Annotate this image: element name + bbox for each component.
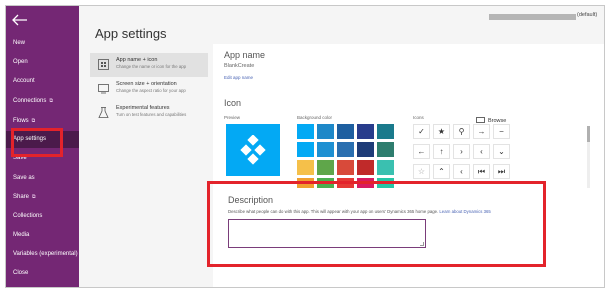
icons-label: Icons	[413, 115, 424, 120]
nav-item-media[interactable]: Media	[6, 227, 79, 244]
arrow-up-icon[interactable]: ↑	[433, 144, 450, 159]
page-title: App settings	[95, 26, 167, 41]
skip-forward-icon[interactable]: ⏭	[493, 164, 510, 179]
subnav-title: Experimental features	[116, 105, 170, 111]
icon-heading: Icon	[224, 98, 242, 108]
folder-icon	[476, 117, 485, 123]
background-color-label: Background color	[297, 115, 333, 120]
flask-icon	[98, 107, 109, 118]
external-link-icon: ⧉	[32, 194, 36, 200]
arrow-right-icon[interactable]: →	[473, 124, 490, 139]
arrow-left-icon	[12, 14, 27, 26]
search-icon[interactable]: ⚲	[453, 124, 470, 139]
color-swatch[interactable]	[337, 142, 354, 157]
chevron-down-icon[interactable]: ⌄	[493, 144, 510, 159]
subnav-experimental[interactable]: Experimental features Turn on test featu…	[90, 101, 208, 125]
nav-item-label: Account	[13, 78, 35, 84]
nav-item-account[interactable]: Account	[6, 73, 79, 90]
nav-item-label: New	[13, 40, 26, 46]
nav-item-share[interactable]: Share ⧉	[6, 189, 79, 206]
external-link-icon: ⧉	[49, 98, 53, 104]
highlight-description	[207, 181, 546, 267]
star-outline-icon[interactable]: ☆	[413, 164, 430, 179]
nav-item-label: Variables (experimental)	[13, 251, 78, 257]
nav-item-open[interactable]: Open	[6, 54, 79, 71]
color-swatch[interactable]	[377, 124, 394, 139]
nav-item-label: Save as	[13, 175, 35, 181]
color-swatch[interactable]	[357, 160, 374, 175]
color-swatch[interactable]	[377, 142, 394, 157]
color-swatch[interactable]	[337, 124, 354, 139]
color-swatch[interactable]	[337, 160, 354, 175]
nav-item-label: Connections	[13, 98, 47, 104]
color-swatch[interactable]	[357, 142, 374, 157]
highlight-app-settings	[11, 128, 63, 157]
user-environment-label: (default)	[577, 12, 598, 18]
app-name-value: BlankCreate	[224, 63, 255, 69]
app-window: New Open Account Connections ⧉ Flows ⧉ App sett…	[5, 5, 605, 288]
app-name-heading: App name	[224, 50, 266, 60]
browse-button[interactable]: Browse	[476, 117, 506, 124]
minus-icon[interactable]: −	[493, 124, 510, 139]
nav-item-new[interactable]: New	[6, 35, 79, 52]
subnav-app-name-icon[interactable]: App name + icon Change the name or icon …	[90, 53, 208, 77]
subnav-subtitle: Change the aspect ratio for your app	[116, 88, 186, 93]
nav-item-label: Collections	[13, 213, 43, 219]
arrow-left-icon[interactable]: ←	[413, 144, 430, 159]
app-logo-icon	[240, 135, 266, 165]
color-swatch[interactable]	[317, 142, 334, 157]
subnav-title: Screen size + orientation	[116, 81, 177, 87]
icons-scroll-thumb[interactable]	[587, 126, 590, 142]
subnav-subtitle: Turn on test features and capabilities	[116, 112, 187, 117]
nav-item-label: Flows	[13, 118, 29, 124]
subnav-title: App name + icon	[116, 57, 158, 63]
color-swatch[interactable]	[377, 160, 394, 175]
star-icon[interactable]: ★	[433, 124, 450, 139]
subnav-screen-size[interactable]: Screen size + orientation Change the asp…	[90, 77, 208, 101]
nav-item-collections[interactable]: Collections	[6, 208, 79, 225]
skip-back-icon[interactable]: ⏮	[473, 164, 490, 179]
nav-item-label: Media	[13, 232, 30, 238]
user-account-bar[interactable]	[489, 14, 576, 20]
chevron-left-icon[interactable]: ‹	[473, 144, 490, 159]
nav-item-connections[interactable]: Connections ⧉	[6, 93, 79, 110]
preview-label: Preview	[224, 115, 241, 120]
color-swatch[interactable]	[297, 124, 314, 139]
edit-app-name-link[interactable]: Edit app name	[224, 75, 253, 80]
nav-item-close[interactable]: Close	[6, 265, 79, 282]
icon-preview	[226, 124, 280, 176]
screen-icon	[98, 84, 109, 94]
check-icon[interactable]: ✓	[413, 124, 430, 139]
subnav-subtitle: Change the name or icon for the app	[116, 64, 186, 69]
back-button[interactable]	[12, 14, 32, 30]
color-swatch[interactable]	[317, 124, 334, 139]
nav-item-label: Open	[13, 59, 28, 65]
nav-item-label: Close	[13, 270, 29, 276]
chevron-up-icon[interactable]: ⌃	[433, 164, 450, 179]
app-icon	[98, 59, 109, 70]
nav-item-label: Share	[13, 194, 30, 200]
chevron-left-small-icon[interactable]: ‹	[453, 164, 470, 179]
chevron-right-icon[interactable]: ›	[453, 144, 470, 159]
color-swatch[interactable]	[357, 124, 374, 139]
nav-item-variables-experimental[interactable]: Variables (experimental)	[6, 246, 79, 263]
color-swatch[interactable]	[297, 160, 314, 175]
color-swatch[interactable]	[317, 160, 334, 175]
color-swatch[interactable]	[297, 142, 314, 157]
nav-item-save-as[interactable]: Save as	[6, 170, 79, 187]
